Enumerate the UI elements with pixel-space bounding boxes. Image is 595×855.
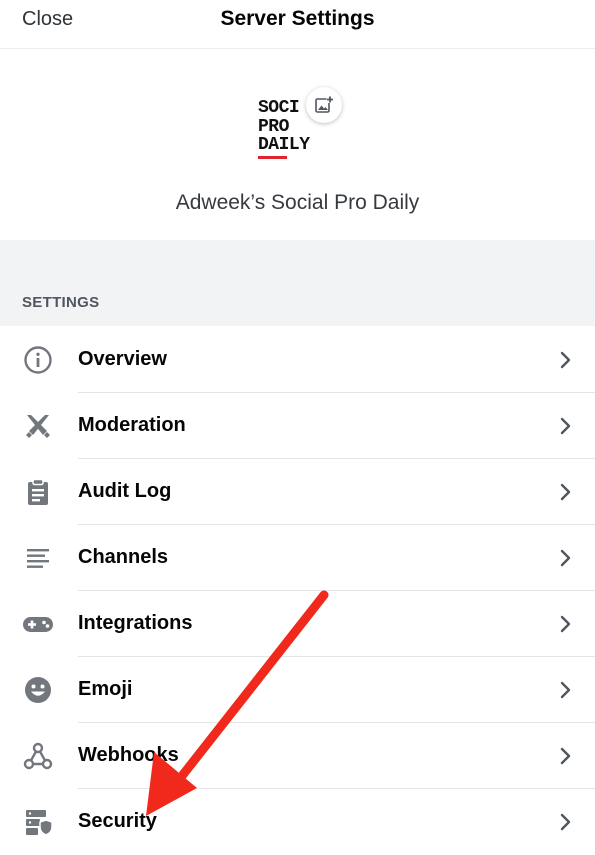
logo-line: SOCI — [258, 98, 300, 118]
logo-line: PRO — [258, 117, 289, 137]
webhook-icon — [22, 740, 54, 772]
settings-item-emoji[interactable]: Emoji — [0, 657, 595, 723]
chevron-right-icon — [560, 549, 571, 567]
chevron-right-icon — [560, 351, 571, 369]
settings-item-moderation[interactable]: Moderation — [0, 393, 595, 459]
clipboard-icon — [22, 476, 54, 508]
chevron-right-icon — [560, 417, 571, 435]
logo-line: DAILY — [258, 135, 310, 155]
section-label: SETTINGS — [22, 294, 100, 311]
chevron-right-icon — [560, 813, 571, 831]
settings-item-security[interactable]: Security — [0, 789, 595, 855]
chevron-right-icon — [560, 681, 571, 699]
settings-item-label: Integrations — [78, 612, 193, 634]
chevron-right-icon — [560, 615, 571, 633]
settings-item-label: Moderation — [78, 414, 186, 436]
settings-item-label: Overview — [78, 348, 167, 370]
chevron-right-icon — [560, 483, 571, 501]
info-icon — [22, 344, 54, 376]
settings-item-label: Webhooks — [78, 744, 179, 766]
chevron-right-icon — [560, 747, 571, 765]
settings-item-integrations[interactable]: Integrations — [0, 591, 595, 657]
logo-underline — [258, 156, 287, 159]
settings-item-label: Channels — [78, 546, 169, 568]
crossed-swords-icon — [22, 410, 54, 442]
image-plus-icon[interactable] — [306, 87, 342, 123]
settings-item-label: Emoji — [78, 678, 133, 700]
settings-item-label: Audit Log — [78, 480, 172, 502]
settings-item-overview[interactable]: Overview — [0, 327, 595, 393]
list-lines-icon — [22, 542, 54, 574]
server-name: Adweek’s Social Pro Daily — [175, 191, 420, 214]
settings-list: Overview Moderation Audit Log Channels I… — [0, 327, 595, 855]
settings-item-label: Security — [78, 810, 157, 832]
server-shield-icon — [22, 806, 54, 838]
smiley-icon — [22, 674, 54, 706]
page-title: Server Settings — [220, 7, 375, 30]
settings-item-channels[interactable]: Channels — [0, 525, 595, 591]
header-bar: Close Server Settings — [0, 0, 595, 49]
settings-item-audit-log[interactable]: Audit Log — [0, 459, 595, 525]
settings-item-webhooks[interactable]: Webhooks — [0, 723, 595, 789]
section-band — [0, 240, 595, 326]
gamepad-icon — [22, 608, 54, 640]
